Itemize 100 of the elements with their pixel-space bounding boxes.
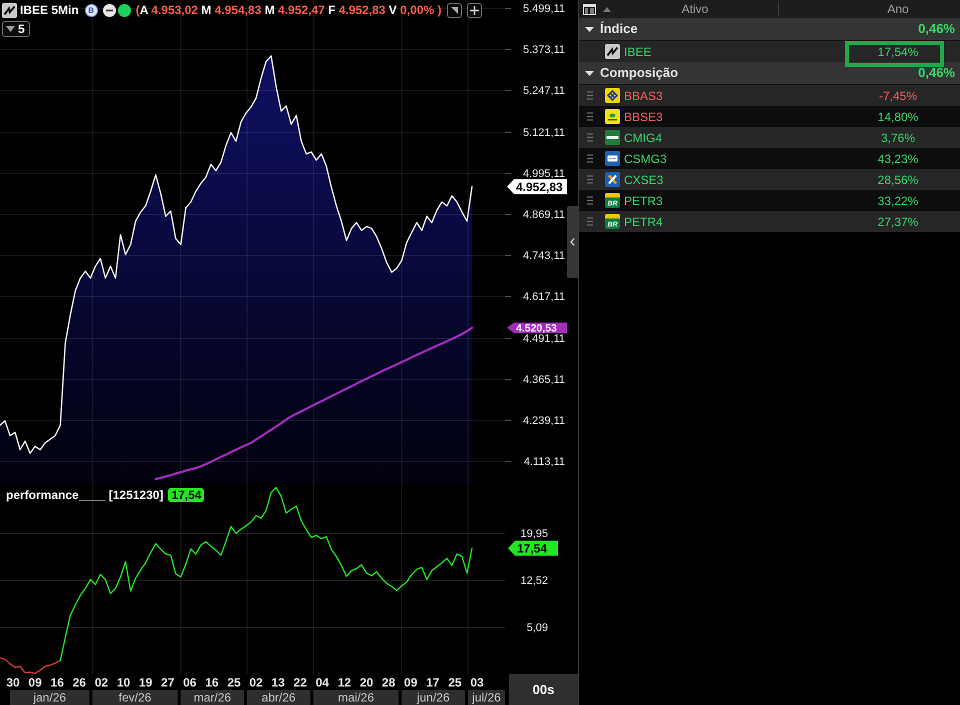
day-label: 28 bbox=[382, 676, 396, 690]
group-value: 0,46% bbox=[918, 66, 956, 80]
minus-circle-icon bbox=[102, 4, 116, 16]
asset-symbol: BBAS3 bbox=[624, 88, 664, 102]
asset-row[interactable]: CXSE3 28,56% bbox=[579, 169, 960, 190]
zigzag-logo-icon bbox=[605, 44, 620, 59]
month-band: mar/26 bbox=[180, 690, 244, 705]
day-label: 04 bbox=[316, 676, 329, 690]
price-axis-label: 4.491,11 bbox=[522, 333, 565, 345]
price-axis-label: 5.499,11 bbox=[522, 3, 565, 15]
day-label: 03 bbox=[470, 676, 484, 690]
asset-symbol: PETR4 bbox=[624, 214, 664, 228]
month-band: jun/26 bbox=[402, 690, 465, 705]
indicator-title: performance____ [1251230] bbox=[6, 488, 164, 502]
month-band: jan/26 bbox=[10, 690, 90, 705]
zoom-button[interactable]: 00s bbox=[509, 674, 578, 705]
triangle-icon bbox=[450, 6, 458, 14]
asset-row[interactable]: CSMG3 43,23% bbox=[579, 148, 960, 169]
add-button[interactable] bbox=[466, 2, 482, 18]
year-change-value: 33,22% bbox=[878, 194, 918, 208]
last-price-tag: 4.952,83 bbox=[507, 179, 567, 194]
lattice-logo-icon bbox=[605, 88, 620, 103]
performance-axis-label: 12,52 bbox=[520, 575, 548, 587]
group-value: 0,46% bbox=[918, 22, 956, 36]
group-title: Índice bbox=[600, 22, 639, 36]
price-axis-label: 4.113,11 bbox=[524, 456, 565, 468]
day-label: 16 bbox=[50, 676, 64, 690]
quote-text: (A 4.953,02 M 4.954,83 M 4.952,47 F 4.952,83 V 0,00% ) bbox=[136, 3, 442, 17]
column-header[interactable]: Ativo bbox=[682, 2, 708, 16]
price-axis-label: 5.121,11 bbox=[522, 127, 565, 139]
period-button[interactable]: 5 bbox=[2, 21, 30, 37]
caret-down-icon bbox=[6, 26, 15, 32]
day-label: 09 bbox=[404, 676, 418, 690]
drag-handle-icon[interactable] bbox=[587, 196, 593, 205]
price-axis-label: 4.617,11 bbox=[522, 291, 565, 303]
group-title: Composição bbox=[600, 66, 680, 80]
price-axis-label: 5.247,11 bbox=[522, 85, 565, 97]
day-label: 17 bbox=[426, 676, 440, 690]
asset-symbol: PETR3 bbox=[624, 194, 664, 208]
x-logo-icon bbox=[605, 172, 620, 187]
day-label: 02 bbox=[94, 676, 108, 690]
day-label: 22 bbox=[294, 676, 307, 690]
month-band: mai/26 bbox=[313, 690, 399, 705]
day-label: 20 bbox=[360, 676, 374, 690]
plus-icon bbox=[470, 6, 479, 14]
performance-axis-label: 5,09 bbox=[526, 622, 548, 634]
year-change-value: -7,45% bbox=[878, 88, 918, 102]
day-label: 13 bbox=[271, 676, 285, 690]
price-axis-label: 4.869,11 bbox=[522, 209, 565, 221]
year-change-value: 27,37% bbox=[878, 214, 918, 228]
dropdown-button[interactable] bbox=[446, 2, 462, 18]
drag-handle-icon[interactable] bbox=[587, 217, 593, 226]
drag-handle-icon[interactable] bbox=[587, 112, 593, 121]
price-axis-label: 4.239,11 bbox=[522, 415, 565, 427]
chevron-left-icon bbox=[570, 238, 575, 246]
table-icon[interactable] bbox=[583, 4, 596, 14]
month-band: abr/26 bbox=[247, 690, 310, 705]
asset-row[interactable]: BBAS3 -7,45% bbox=[579, 85, 960, 106]
day-label: 12 bbox=[338, 676, 352, 690]
year-change-value: 28,56% bbox=[878, 172, 918, 186]
day-label: 02 bbox=[249, 676, 263, 690]
day-label: 25 bbox=[227, 676, 241, 690]
asset-symbol: CSMG3 bbox=[624, 152, 668, 166]
day-label: 19 bbox=[138, 676, 152, 690]
day-label: 16 bbox=[205, 676, 219, 690]
zigzag-logo-icon bbox=[2, 2, 17, 18]
day-label: 10 bbox=[116, 676, 130, 690]
asset-row[interactable]: CMIG4 3,76% bbox=[579, 127, 960, 148]
caret-down-icon[interactable] bbox=[585, 24, 594, 34]
asset-symbol: CMIG4 bbox=[624, 130, 664, 144]
month-band: fev/26 bbox=[92, 690, 178, 705]
bar-logo-icon bbox=[605, 130, 620, 145]
asset-row[interactable]: BBSE3 14,80% bbox=[579, 106, 960, 127]
day-label: 30 bbox=[6, 676, 20, 690]
value-badge: 17,54 bbox=[168, 488, 204, 502]
day-label: 25 bbox=[448, 676, 462, 690]
column-header[interactable]: Ano bbox=[887, 2, 909, 16]
asset-symbol: CXSE3 bbox=[624, 172, 664, 186]
year-change-value: 43,23% bbox=[878, 152, 918, 166]
average-value-tag: 4.520,53 bbox=[507, 322, 567, 335]
symbol-title: IBEE 5Min bbox=[20, 3, 79, 17]
day-label: 09 bbox=[28, 676, 42, 690]
price-axis-label: 5.373,11 bbox=[522, 44, 565, 56]
drag-handle-icon[interactable] bbox=[587, 91, 593, 100]
year-change-value: 17,54% bbox=[878, 44, 918, 58]
mode-badge: B bbox=[84, 4, 98, 16]
day-label: 06 bbox=[183, 676, 196, 690]
emblem-logo-icon bbox=[605, 109, 620, 124]
drag-handle-icon[interactable] bbox=[587, 175, 593, 184]
price-axis-label: 4.365,11 bbox=[522, 374, 565, 386]
drag-handle-icon[interactable] bbox=[587, 133, 593, 142]
performance-axis-label: 19,95 bbox=[520, 528, 548, 540]
day-label: 26 bbox=[72, 676, 86, 690]
caret-down-icon[interactable] bbox=[585, 68, 594, 78]
year-change-value: 14,80% bbox=[878, 110, 918, 124]
month-band: jul/26 bbox=[468, 690, 505, 705]
price-axis-label: 4.743,11 bbox=[522, 250, 565, 262]
price-axis-label: 4.995,11 bbox=[522, 168, 565, 180]
year-change-value: 3,76% bbox=[880, 130, 916, 144]
drag-handle-icon[interactable] bbox=[587, 154, 593, 163]
